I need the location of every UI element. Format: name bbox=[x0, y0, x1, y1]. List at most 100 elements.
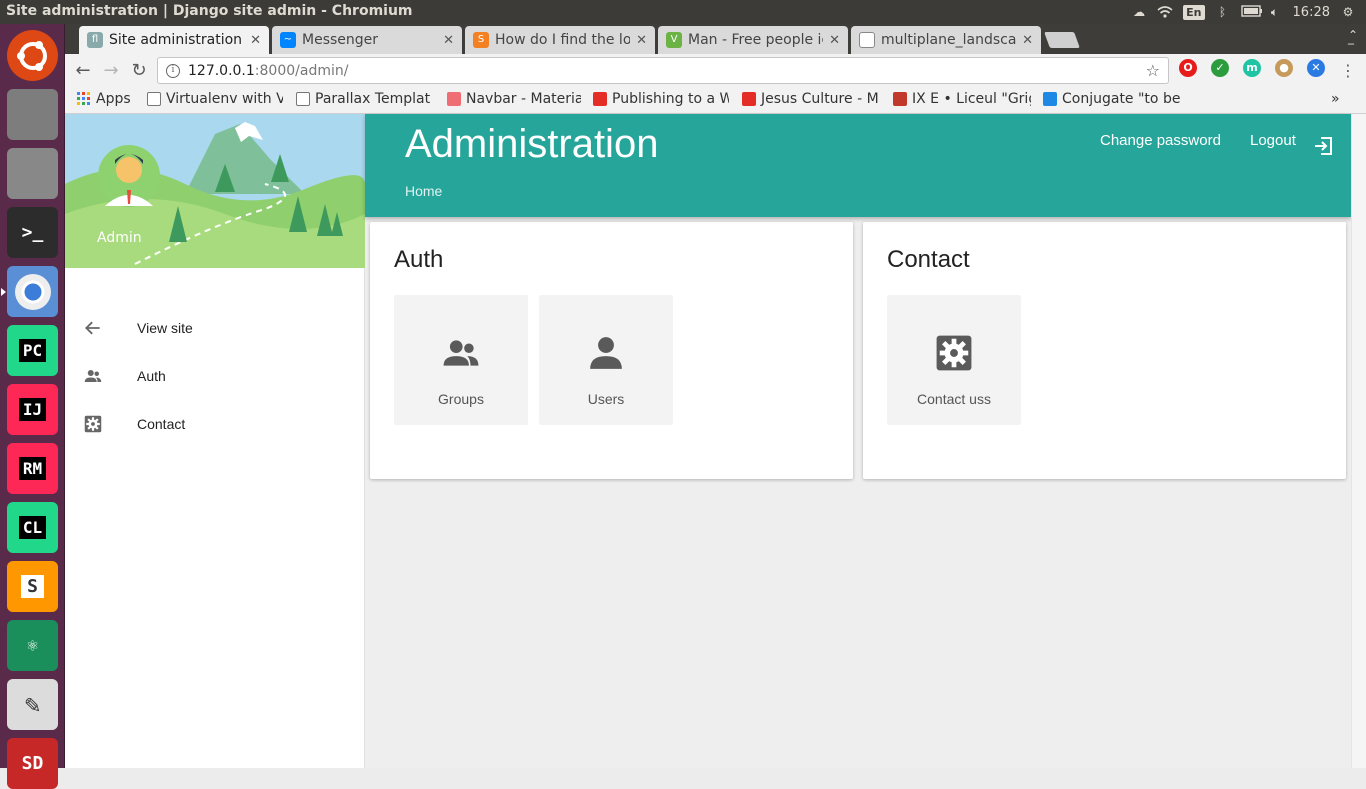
system-tray: ☁ En ᛒ 🔈︎ 16:28 ⚙ bbox=[1131, 0, 1366, 24]
model-tile-groups[interactable]: Groups bbox=[394, 295, 528, 425]
dropbox-icon[interactable]: ☁ bbox=[1131, 5, 1147, 19]
browser-tab[interactable]: ~ Messenger ✕ bbox=[272, 26, 462, 54]
tab-strip: ⌃ ‾ fl Site administration ✕ ~ Messenger ✕ S How… bbox=[65, 24, 1366, 56]
close-tab-icon[interactable]: ✕ bbox=[443, 33, 454, 48]
check-icon[interactable]: ✓ bbox=[1211, 59, 1229, 77]
bookmark-label: IX E • Liceul "Grig bbox=[912, 91, 1031, 107]
logout-link[interactable]: Logout bbox=[1250, 132, 1296, 149]
close-tab-icon[interactable]: ✕ bbox=[250, 33, 261, 48]
admin-user-name: Admin bbox=[97, 230, 142, 246]
wifi-icon[interactable] bbox=[1157, 5, 1173, 19]
launcher-sublime-icon[interactable]: S bbox=[7, 561, 58, 612]
launcher-intellij-icon[interactable]: IJ bbox=[7, 384, 58, 435]
clion-icon: CL bbox=[18, 516, 47, 539]
forward-button[interactable]: → bbox=[97, 56, 125, 84]
bookmark-label: Navbar - Materia bbox=[466, 91, 581, 107]
close-tab-icon[interactable]: ✕ bbox=[636, 33, 647, 48]
bookmark-item[interactable]: Virtualenv with V bbox=[147, 91, 283, 107]
change-password-link[interactable]: Change password bbox=[1100, 132, 1221, 149]
new-tab-button[interactable] bbox=[1044, 32, 1080, 48]
launcher-text-editor-icon[interactable]: ✎ bbox=[7, 679, 58, 730]
site-info-icon[interactable]: i bbox=[166, 63, 180, 78]
bookmark-label: Virtualenv with V bbox=[166, 91, 283, 107]
bookmark-item[interactable]: Publishing to a W bbox=[593, 91, 729, 107]
profile-banner: Admin bbox=[65, 114, 365, 268]
tab-favicon-icon bbox=[859, 32, 875, 48]
bluetooth-icon[interactable]: ᛒ bbox=[1215, 5, 1231, 19]
battery-icon[interactable] bbox=[1240, 5, 1262, 19]
logout-icon[interactable] bbox=[1313, 136, 1333, 160]
sidebar-item-label: Contact bbox=[137, 416, 186, 432]
bookmark-item[interactable]: Parallax Templat bbox=[296, 91, 434, 107]
pycharm-icon: PC bbox=[18, 339, 47, 362]
sidebar-item-contact[interactable]: Contact bbox=[65, 400, 365, 448]
tab-title: Site administration bbox=[109, 32, 243, 48]
launcher-file-cabinet-icon[interactable] bbox=[7, 89, 58, 140]
model-tile-users[interactable]: Users bbox=[539, 295, 673, 425]
page-icon bbox=[296, 92, 310, 106]
page-title: Administration bbox=[405, 122, 659, 166]
launcher-clion-icon[interactable]: CL bbox=[7, 502, 58, 553]
page-icon bbox=[147, 92, 161, 106]
launcher-pycharm-icon[interactable]: PC bbox=[7, 325, 58, 376]
bookmark-item[interactable]: Navbar - Materia bbox=[447, 91, 581, 107]
browser-tab[interactable]: V Man - Free people ic ✕ bbox=[658, 26, 848, 54]
browser-tab[interactable]: S How do I find the lo ✕ bbox=[465, 26, 655, 54]
launcher-sd-card-icon[interactable]: SD bbox=[7, 738, 58, 789]
reload-button[interactable]: ↻ bbox=[125, 56, 153, 84]
more-bookmarks-button[interactable]: » bbox=[1331, 91, 1340, 107]
back-button[interactable]: ← bbox=[69, 56, 97, 84]
bookmark-label: Jesus Culture - M bbox=[761, 91, 879, 107]
bookmark-label: Publishing to a W bbox=[612, 91, 729, 107]
app-card-title: Auth bbox=[394, 246, 444, 273]
close-tab-icon[interactable]: ✕ bbox=[829, 33, 840, 48]
bookmark-item[interactable]: Jesus Culture - M bbox=[742, 91, 880, 107]
shield-icon bbox=[893, 92, 907, 106]
unity-launcher: >_ PC IJ RM CL S ⚛ ✎ SD bbox=[0, 24, 65, 789]
bookmark-item[interactable]: Apps bbox=[77, 91, 137, 107]
bookmark-item[interactable]: IX E • Liceul "Grig bbox=[893, 91, 1031, 107]
sidebar-item-label: Auth bbox=[137, 368, 166, 384]
sidebar-item-view-site[interactable]: View site bbox=[65, 304, 365, 352]
browser-toolbar: ← → ↻ i 127.0.0.1:8000/admin/ ☆ O ✓ m ● ✕ ⋮ bbox=[65, 54, 1366, 86]
launcher-settings-tools-icon[interactable] bbox=[7, 148, 58, 199]
model-tile-contact-uss[interactable]: Contact uss bbox=[887, 295, 1021, 425]
address-bar[interactable]: i 127.0.0.1:8000/admin/ ☆ bbox=[157, 57, 1169, 84]
browser-menu-icon[interactable]: ⋮ bbox=[1334, 56, 1362, 84]
page-scrollbar[interactable] bbox=[1351, 114, 1366, 768]
system-top-bar: Site administration | Django site admin … bbox=[0, 0, 1366, 24]
cross-icon[interactable]: ✕ bbox=[1307, 59, 1325, 77]
bookmark-star-icon[interactable]: ☆ bbox=[1146, 61, 1160, 80]
youtube-icon bbox=[593, 92, 607, 106]
breadcrumb-home[interactable]: Home bbox=[405, 183, 442, 199]
page-content: Admin View site Auth Contact Administratio… bbox=[65, 114, 1366, 768]
cookie-icon[interactable]: ● bbox=[1275, 59, 1293, 77]
close-tab-icon[interactable]: ✕ bbox=[1022, 33, 1033, 48]
browser-tab[interactable]: fl Site administration ✕ bbox=[79, 26, 269, 54]
launcher-terminal-icon[interactable]: >_ bbox=[7, 207, 58, 258]
browser-tab[interactable]: multiplane_landsca ✕ bbox=[851, 26, 1041, 54]
m-icon[interactable]: m bbox=[1243, 59, 1261, 77]
bookmark-item[interactable]: Conjugate "to be bbox=[1043, 91, 1183, 107]
tab-favicon-icon: V bbox=[666, 32, 682, 48]
tab-title: Messenger bbox=[302, 32, 379, 48]
intellij-icon: IJ bbox=[18, 398, 47, 421]
power-gear-icon[interactable]: ⚙ bbox=[1340, 5, 1356, 19]
clock[interactable]: 16:28 bbox=[1293, 5, 1330, 20]
arrow-left-icon bbox=[83, 318, 103, 338]
launcher-ubuntu-logo-icon[interactable] bbox=[7, 30, 58, 81]
sidebar-item-auth[interactable]: Auth bbox=[65, 352, 365, 400]
people-icon bbox=[83, 366, 103, 386]
opera-icon[interactable]: O bbox=[1179, 59, 1197, 77]
volume-icon[interactable]: 🔈︎ bbox=[1267, 5, 1283, 19]
launcher-chromium-icon[interactable] bbox=[1, 266, 58, 317]
launcher-rubymine-icon[interactable]: RM bbox=[7, 443, 58, 494]
rubymine-icon: RM bbox=[18, 457, 47, 480]
window-menu-icon[interactable]: ⌃ ‾ bbox=[1348, 28, 1358, 56]
app-card-contact: Contact Contact uss bbox=[863, 222, 1346, 479]
admin-header: Administration Home Change password Logo… bbox=[365, 114, 1351, 217]
launcher-atom-icon[interactable]: ⚛ bbox=[7, 620, 58, 671]
people-icon bbox=[441, 335, 481, 371]
keyboard-language-indicator[interactable]: En bbox=[1183, 4, 1205, 20]
browser-window: ⌃ ‾ fl Site administration ✕ ~ Messenger ✕ S How… bbox=[65, 24, 1366, 768]
